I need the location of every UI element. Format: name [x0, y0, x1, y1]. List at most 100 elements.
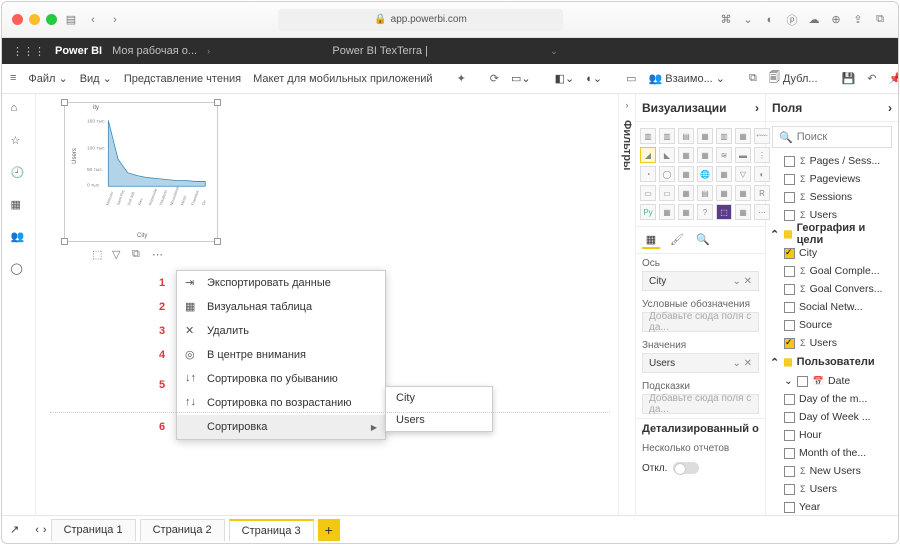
shapes-icon[interactable]: ◐⌄ [586, 72, 602, 85]
copy-icon[interactable]: ⧉ [749, 72, 757, 86]
tab-page-1[interactable]: Страница 1 [51, 519, 136, 541]
app-menu-icon[interactable]: ⋮⋮⋮ [12, 45, 45, 58]
field-item[interactable]: City [770, 244, 894, 262]
field-item[interactable]: Year [770, 498, 894, 515]
field-item[interactable]: ΣGoal Comple... [770, 262, 894, 280]
workspace-icon[interactable]: ◯ [11, 262, 27, 278]
format-tab[interactable]: 🖌 [668, 231, 686, 249]
refresh-icon[interactable]: ⟳ [490, 72, 499, 86]
pin-btn[interactable]: 📌 Закрепит... [888, 72, 899, 85]
vis-clustered-col[interactable]: ▦ [697, 128, 713, 144]
vis-funnel[interactable]: ▽ [735, 166, 751, 182]
textbox-icon[interactable]: ▭⌄ [511, 72, 531, 85]
vis-clustered-bar[interactable]: ▤ [678, 128, 694, 144]
visual-more-icon[interactable]: ⋯ [152, 248, 166, 262]
checkbox-icon[interactable] [784, 338, 795, 349]
vis-tree[interactable]: ▦ [678, 166, 694, 182]
collab-menu[interactable]: 👥 Взаимо... ⌄ [649, 72, 725, 85]
vis-custom1[interactable]: ⬚ [716, 204, 732, 220]
field-item[interactable]: ΣUsers [770, 480, 894, 498]
reader-icon[interactable]: ⌘ [718, 12, 734, 28]
vis-table[interactable]: ▦ [716, 185, 732, 201]
vis-map[interactable]: 🌐 [697, 166, 713, 182]
field-item[interactable]: ΣUsers [770, 334, 894, 352]
max-dot[interactable] [46, 14, 57, 25]
vis-decomp[interactable]: ▦ [678, 204, 694, 220]
checkbox-icon[interactable] [784, 320, 795, 331]
checkbox-icon[interactable] [784, 192, 795, 203]
field-group[interactable]: ⌃▦География и цели [770, 224, 894, 244]
ctx-sort-desc[interactable]: 5↓↑Сортировка по убыванию [177, 367, 385, 391]
vis-area[interactable]: ◢ [640, 147, 656, 163]
filters-collapsed[interactable]: › Фильтры [618, 94, 636, 515]
checkbox-icon[interactable] [784, 448, 795, 459]
vis-slicer[interactable]: ▤ [697, 185, 713, 201]
checkbox-icon[interactable] [784, 156, 795, 167]
checkbox-icon[interactable] [784, 466, 795, 477]
drill-icon[interactable]: ⬚ [92, 248, 106, 262]
ctx-show-table[interactable]: 2▦Визуальная таблица [177, 295, 385, 319]
cloud-icon[interactable]: ☁ [806, 12, 822, 28]
vis-stacked-area[interactable]: ◣ [659, 147, 675, 163]
axis-field[interactable]: City⌄ ✕ [642, 271, 759, 291]
dropdown-icon[interactable]: ⌄ [550, 46, 558, 57]
view-menu[interactable]: Вид ⌄ [80, 72, 112, 85]
checkbox-icon[interactable] [784, 502, 795, 513]
chevron-right-icon[interactable]: › [888, 101, 892, 115]
favorite-icon[interactable]: ☆ [11, 134, 27, 150]
vis-100-col[interactable]: ▦ [735, 128, 751, 144]
ctx-spotlight[interactable]: 4◎В центре внимания [177, 343, 385, 367]
field-item[interactable]: Day of the m... [770, 390, 894, 408]
vis-card[interactable]: ▭ [640, 185, 656, 201]
checkbox-icon[interactable] [784, 248, 795, 259]
vis-combo1[interactable]: ▦ [678, 147, 694, 163]
tab-page-2[interactable]: Страница 2 [140, 519, 225, 541]
field-item[interactable]: ΣPages / Sess... [770, 152, 894, 170]
tab-page-3[interactable]: Страница 3 [229, 519, 314, 541]
field-item[interactable]: Month of the... [770, 444, 894, 462]
checkbox-icon[interactable] [784, 430, 795, 441]
filter-icon[interactable]: ▽ [112, 248, 126, 262]
address-bar[interactable]: 🔒 app.powerbi.com [278, 9, 564, 31]
vis-donut[interactable]: ◯ [659, 166, 675, 182]
close-dot[interactable] [12, 14, 23, 25]
vis-pie[interactable]: ◔ [640, 166, 656, 182]
fields-search[interactable]: 🔍 [772, 126, 892, 148]
file-menu[interactable]: Файл ⌄ [28, 72, 67, 85]
checkbox-icon[interactable] [784, 302, 795, 313]
explore-icon[interactable]: ✦ [457, 72, 466, 86]
vis-matrix[interactable]: ▦ [735, 185, 751, 201]
chevron-right-icon[interactable]: › [755, 101, 759, 115]
ctx-sort-by[interactable]: 6Сортировка▶ [177, 415, 385, 439]
vis-stacked-col[interactable]: ▥ [659, 128, 675, 144]
report-name[interactable]: Power BI TexTerra | [220, 45, 540, 57]
vis-multicard[interactable]: ▭ [659, 185, 675, 201]
prev-page-icon[interactable]: ‹ [35, 524, 39, 536]
recent-icon[interactable]: 🕘 [11, 166, 27, 182]
cross-toggle[interactable] [673, 462, 699, 474]
undo-icon[interactable]: ↶ [867, 72, 876, 86]
field-item[interactable]: Source [770, 316, 894, 334]
bookmark-icon[interactable]: ▭ [626, 72, 636, 86]
workspace-name[interactable]: Моя рабочая о... [112, 45, 197, 57]
field-item[interactable]: ⌄📅Date [770, 372, 894, 390]
vis-100-bar[interactable]: ▥ [716, 128, 732, 144]
checkbox-icon[interactable] [784, 266, 795, 277]
vis-py[interactable]: Py [640, 204, 656, 220]
sidebar-icon[interactable]: ▤ [63, 12, 79, 28]
field-item[interactable]: ΣSessions [770, 188, 894, 206]
checkbox-icon[interactable] [784, 394, 795, 405]
checkbox-icon[interactable] [784, 412, 795, 423]
ctx-export[interactable]: 1⇥Экспортировать данные [177, 271, 385, 295]
tabs-icon[interactable]: ⧉ [872, 12, 888, 28]
values-field[interactable]: Users⌄ ✕ [642, 353, 759, 373]
checkbox-icon[interactable] [784, 484, 795, 495]
pocket-icon[interactable]: ⌄ [740, 12, 756, 28]
min-dot[interactable] [29, 14, 40, 25]
checkbox-icon[interactable] [784, 284, 795, 295]
field-item[interactable]: Hour [770, 426, 894, 444]
reading-view[interactable]: Представление чтения [124, 73, 241, 85]
focus-icon[interactable]: ⧉ [132, 248, 146, 262]
fields-tab[interactable]: ▦ [642, 231, 660, 249]
vis-ribbon[interactable]: ≋ [716, 147, 732, 163]
